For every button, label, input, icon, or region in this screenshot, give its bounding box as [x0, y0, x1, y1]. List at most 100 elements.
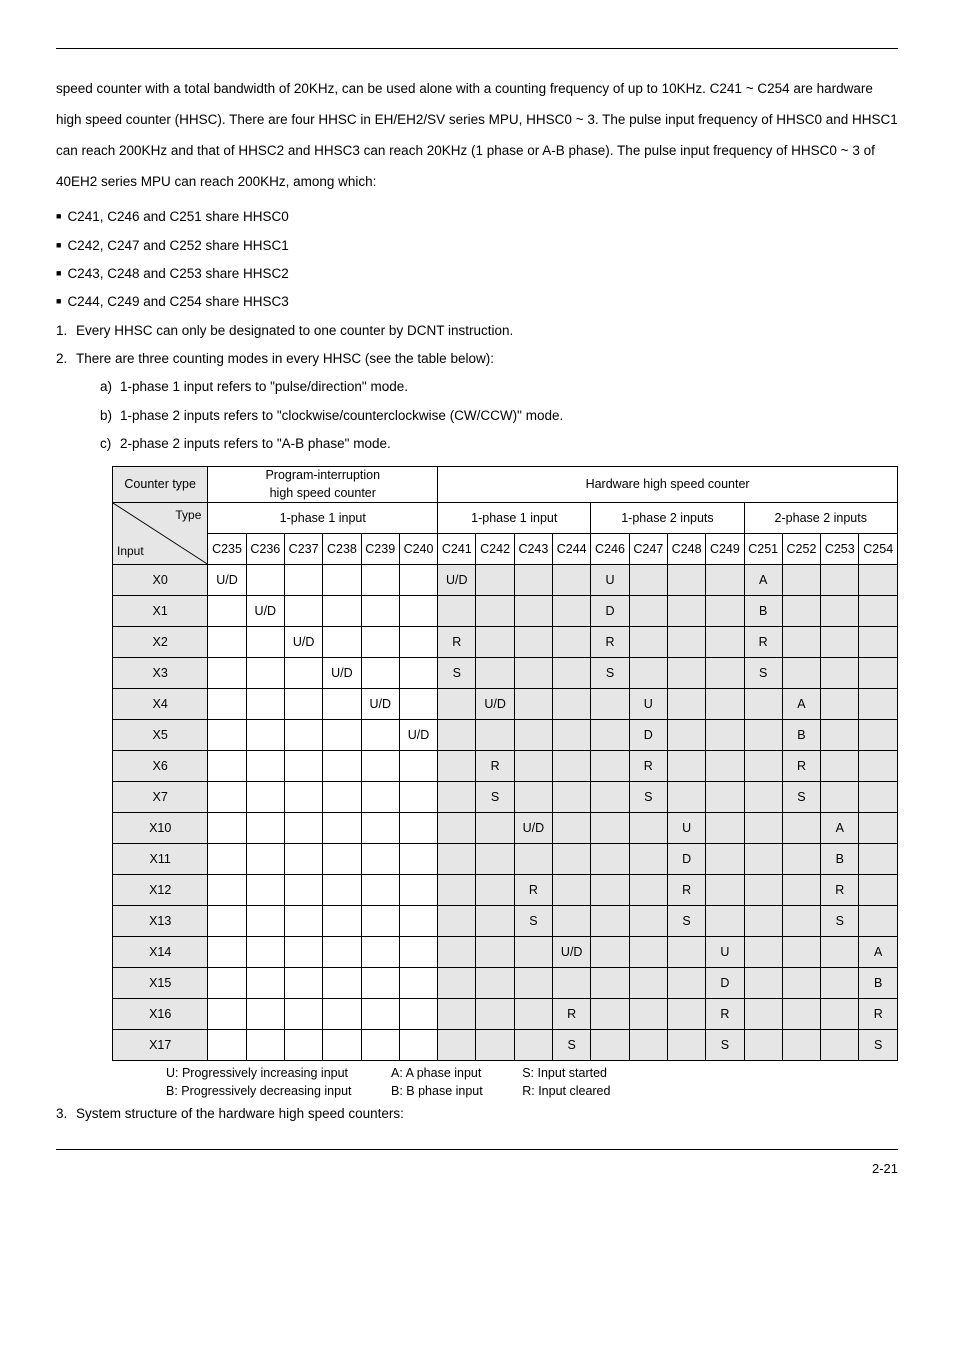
- table-cell: [284, 968, 322, 999]
- table-cell: [476, 937, 514, 968]
- sub-text: 1-phase 1 input refers to "pulse/directi…: [120, 379, 408, 394]
- table-cell: [284, 720, 322, 751]
- table-cell: [438, 937, 476, 968]
- table-cell: [706, 782, 744, 813]
- table-cell: [438, 1030, 476, 1061]
- table-cell: [208, 937, 246, 968]
- table-cell: [208, 813, 246, 844]
- col-header: C239: [361, 534, 399, 565]
- table-cell: [476, 844, 514, 875]
- table-cell: [744, 813, 782, 844]
- table-cell: [859, 906, 898, 937]
- table-cell: U/D: [514, 813, 552, 844]
- row-label: X2: [113, 627, 208, 658]
- table-cell: [323, 751, 361, 782]
- table-cell: [361, 658, 399, 689]
- table-cell: D: [591, 596, 629, 627]
- table-cell: [246, 565, 284, 596]
- bullet-item: C243, C248 and C253 share HHSC2: [56, 260, 898, 288]
- table-cell: [629, 596, 667, 627]
- row-label: X7: [113, 782, 208, 813]
- table-cell: [553, 906, 591, 937]
- diag-label-type: Type: [175, 507, 201, 524]
- table-cell: U/D: [323, 658, 361, 689]
- table-cell: S: [821, 906, 859, 937]
- table-cell: [476, 596, 514, 627]
- table-cell: [476, 658, 514, 689]
- table-cell: [553, 627, 591, 658]
- legend-r: R: Input cleared: [522, 1084, 610, 1098]
- table-cell: R: [821, 875, 859, 906]
- header-program-interruption: Program-interruption high speed counter: [208, 467, 438, 503]
- table-cell: [323, 906, 361, 937]
- table-cell: [667, 782, 705, 813]
- table-cell: [667, 720, 705, 751]
- row-label: X14: [113, 937, 208, 968]
- table-cell: [399, 782, 437, 813]
- table-cell: [553, 751, 591, 782]
- table-cell: [284, 658, 322, 689]
- table-cell: [514, 565, 552, 596]
- table-cell: [208, 906, 246, 937]
- table-cell: [667, 658, 705, 689]
- col-header: C244: [553, 534, 591, 565]
- table-cell: [476, 875, 514, 906]
- table-cell: [629, 844, 667, 875]
- table-cell: [514, 751, 552, 782]
- table-cell: [246, 782, 284, 813]
- col-header: C237: [284, 534, 322, 565]
- table-cell: [667, 1030, 705, 1061]
- table-cell: S: [553, 1030, 591, 1061]
- table-cell: [284, 689, 322, 720]
- col-header: C235: [208, 534, 246, 565]
- table-cell: [399, 596, 437, 627]
- table-cell: [284, 875, 322, 906]
- table-cell: [821, 1030, 859, 1061]
- intro-paragraph: speed counter with a total bandwidth of …: [56, 73, 898, 197]
- table-cell: [553, 813, 591, 844]
- table-cell: U/D: [361, 689, 399, 720]
- table-cell: [514, 689, 552, 720]
- table-cell: U/D: [246, 596, 284, 627]
- table-cell: [208, 627, 246, 658]
- table-cell: [284, 1030, 322, 1061]
- table-cell: [629, 658, 667, 689]
- table-cell: [246, 627, 284, 658]
- table-cell: [246, 844, 284, 875]
- table-cell: [323, 565, 361, 596]
- table-cell: [399, 751, 437, 782]
- table-cell: D: [706, 968, 744, 999]
- table-cell: [323, 782, 361, 813]
- table-cell: [438, 999, 476, 1030]
- table-cell: [782, 844, 820, 875]
- col-header: C248: [667, 534, 705, 565]
- legend-bb: B: B phase input: [391, 1084, 483, 1098]
- table-cell: S: [744, 658, 782, 689]
- table-cell: [859, 689, 898, 720]
- bottom-rule: [56, 1149, 898, 1150]
- table-cell: [361, 1030, 399, 1061]
- bullet-item: C242, C247 and C252 share HHSC1: [56, 232, 898, 260]
- row-label: X15: [113, 968, 208, 999]
- group-1phase1-hw: 1-phase 1 input: [438, 503, 591, 534]
- table-cell: [821, 627, 859, 658]
- table-cell: [782, 875, 820, 906]
- table-cell: [323, 937, 361, 968]
- table-cell: [208, 689, 246, 720]
- table-cell: [821, 720, 859, 751]
- table-cell: [438, 720, 476, 751]
- table-cell: [361, 782, 399, 813]
- legend-a: A: A phase input: [391, 1066, 481, 1080]
- table-cell: S: [782, 782, 820, 813]
- table-cell: [706, 751, 744, 782]
- table-cell: [514, 627, 552, 658]
- legend-s: S: Input started: [522, 1066, 607, 1080]
- row-label: X11: [113, 844, 208, 875]
- table-cell: [514, 658, 552, 689]
- table-cell: [706, 658, 744, 689]
- table-cell: [476, 968, 514, 999]
- table-cell: [284, 813, 322, 844]
- table-cell: A: [859, 937, 898, 968]
- table-cell: [208, 875, 246, 906]
- table-cell: [744, 906, 782, 937]
